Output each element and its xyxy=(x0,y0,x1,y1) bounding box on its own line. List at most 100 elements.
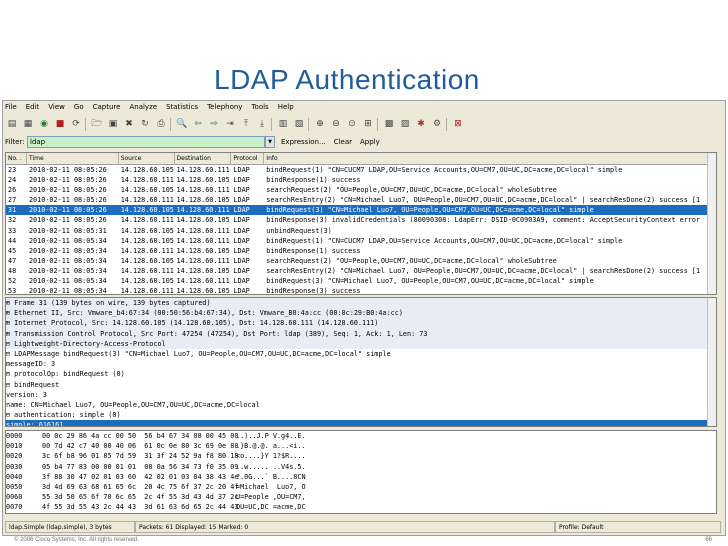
hex-ascii[interactable]: =local.. aaa xyxy=(236,513,326,514)
hex-ascii[interactable]: .}B.@.@. a...<i.. xyxy=(236,441,326,451)
column-header-source[interactable]: Source xyxy=(119,153,175,164)
status-profile[interactable]: Profile: Default xyxy=(555,521,721,533)
stop-capture-icon[interactable]: ■ xyxy=(53,117,67,131)
go-to-packet-icon[interactable]: ⇥ xyxy=(223,117,237,131)
save-icon[interactable]: ▣ xyxy=(106,117,120,131)
help-icon[interactable]: ⊠ xyxy=(451,117,465,131)
hex-ascii[interactable]: =Michael Luo7, O xyxy=(236,482,326,492)
detail-tree-item[interactable]: messageID: 3 xyxy=(6,359,716,369)
hex-offset[interactable]: 0040 xyxy=(6,472,42,482)
hex-offset[interactable]: 0080 xyxy=(6,513,42,514)
packet-row[interactable]: 27 2010-02-11 08:05:26 14.128.60.111 14.128… xyxy=(6,195,716,205)
hex-offset[interactable]: 0030 xyxy=(6,462,42,472)
packet-row[interactable]: 32 2010-02-11 08:05:26 14.128.60.111 14.128… xyxy=(6,215,716,225)
zoom-normal-icon[interactable]: ⊙ xyxy=(345,117,359,131)
detail-tree-item[interactable]: ⊟ authentication: simple (0) xyxy=(6,410,716,420)
hex-ascii[interactable]: OU=UC,DC =acme,DC xyxy=(236,502,326,512)
zoom-in-icon[interactable]: ⊕ xyxy=(313,117,327,131)
detail-tree-item[interactable]: name: CN=Michael Luo7, OU=People,OU=CM7,… xyxy=(6,400,716,410)
last-packet-icon[interactable]: ⤓ xyxy=(255,117,269,131)
print-icon[interactable]: ⎙ xyxy=(154,117,168,131)
find-packet-icon[interactable]: 🔍 xyxy=(175,117,189,131)
first-packet-icon[interactable]: ⤒ xyxy=(239,117,253,131)
hex-ascii[interactable]: ..)..J.P V.g4..E. xyxy=(236,431,326,441)
packet-row[interactable]: 52 2010-02-11 08:05:34 14.128.60.105 14.128… xyxy=(6,276,716,286)
hex-bytes[interactable]: 00 7d 42 c7 40 00 40 06 61 0c 0e 80 3c 6… xyxy=(42,441,238,451)
packet-row[interactable]: 53 2010-02-11 08:05:34 14.128.60.111 14.128… xyxy=(6,286,716,294)
packet-row[interactable]: 33 2010-02-11 08:05:31 14.128.60.105 14.128… xyxy=(6,226,716,236)
zoom-out-icon[interactable]: ⊖ xyxy=(329,117,343,131)
detail-tree-item[interactable]: simple: 616161 xyxy=(6,420,716,426)
hex-bytes[interactable]: 4f 55 3d 55 43 2c 44 43 3d 61 63 6d 65 2… xyxy=(42,502,238,512)
hex-ascii[interactable]: ?.0G...` B....8CN xyxy=(236,472,326,482)
hex-offset[interactable]: 0050 xyxy=(6,482,42,492)
colorize-icon[interactable]: ▥ xyxy=(276,117,290,131)
close-file-icon[interactable]: ✖ xyxy=(122,117,136,131)
column-header-no[interactable]: No. . xyxy=(6,153,27,164)
details-scrollbar[interactable] xyxy=(707,298,716,426)
detail-tree-item[interactable]: ⊞ Ethernet II, Src: Vmware_b4:67:34 (00:… xyxy=(6,308,716,319)
detail-tree-item[interactable]: ⊟ bindRequest xyxy=(6,380,716,390)
packet-row[interactable]: 23 2010-02-11 08:05:26 14.128.60.105 14.128… xyxy=(6,165,716,175)
detail-tree-item[interactable]: version: 3 xyxy=(6,390,716,400)
hex-offset[interactable]: 0010 xyxy=(6,441,42,451)
menu-go[interactable]: Go xyxy=(74,103,84,115)
detail-tree-item[interactable]: ⊟ LDAPMessage bindRequest(3) "CN=Michael… xyxy=(6,349,716,359)
column-header-protocol[interactable]: Protocol xyxy=(231,153,265,164)
packet-row[interactable]: 44 2010-02-11 08:05:34 14.128.60.105 14.128… xyxy=(6,236,716,246)
hex-ascii[interactable]: U=People ,OU=CM7, xyxy=(236,492,326,502)
hex-offset[interactable]: 0000 xyxy=(6,431,42,441)
column-header-time[interactable]: Time xyxy=(27,153,119,164)
hex-bytes[interactable]: 3d 4d 69 63 68 61 65 6c 20 4c 75 6f 37 2… xyxy=(42,482,238,492)
interfaces-icon[interactable]: ▤ xyxy=(5,117,19,131)
packet-row[interactable]: 48 2010-02-11 08:05:34 14.128.60.111 14.128… xyxy=(6,266,716,276)
apply-button[interactable]: Apply xyxy=(360,138,380,146)
preferences-icon[interactable]: ⚙ xyxy=(430,117,444,131)
packet-row[interactable]: 47 2010-02-11 08:05:34 14.128.60.105 14.128… xyxy=(6,256,716,266)
hex-bytes[interactable]: 3f 88 30 47 02 01 03 60 42 02 01 03 04 3… xyxy=(42,472,238,482)
detail-tree-item[interactable]: ⊟ protocolOp: bindRequest (0) xyxy=(6,369,716,379)
hex-bytes[interactable]: 00 0c 29 86 4a cc 00 50 56 b4 67 34 08 0… xyxy=(42,431,238,441)
packet-row[interactable]: 31 2010-02-11 08:05:26 14.128.60.105 14.128… xyxy=(6,205,716,216)
packet-row[interactable]: 24 2010-02-11 08:05:26 14.128.60.111 14.128… xyxy=(6,175,716,185)
autoscroll-icon[interactable]: ▧ xyxy=(292,117,306,131)
display-filters-icon[interactable]: ▨ xyxy=(398,117,412,131)
menu-statistics[interactable]: Statistics xyxy=(166,103,198,115)
options-icon[interactable]: ▦ xyxy=(21,117,35,131)
menu-file[interactable]: File xyxy=(5,103,17,115)
detail-tree-item[interactable]: ⊞ Transmission Control Protocol, Src Por… xyxy=(6,328,716,339)
reload-icon[interactable]: ↻ xyxy=(138,117,152,131)
hex-bytes[interactable]: 3c 6f b8 96 01 85 7d 59 31 3f 24 52 9a f… xyxy=(42,451,238,461)
menu-view[interactable]: View xyxy=(48,103,65,115)
column-header-info[interactable]: Info xyxy=(264,153,716,164)
hex-offset[interactable]: 0070 xyxy=(6,502,42,512)
menu-telephony[interactable]: Telephony xyxy=(207,103,242,115)
menu-analyze[interactable]: Analyze xyxy=(129,103,157,115)
restart-capture-icon[interactable]: ⟳ xyxy=(69,117,83,131)
detail-tree-item[interactable]: ⊞ Frame 31 (139 bytes on wire, 139 bytes… xyxy=(6,298,716,309)
menu-help[interactable]: Help xyxy=(278,103,294,115)
hex-bytes[interactable]: 55 3d 50 65 6f 70 6c 65 2c 4f 55 3d 43 4… xyxy=(42,492,238,502)
hex-offset[interactable]: 0060 xyxy=(6,492,42,502)
packet-row[interactable]: 45 2010-02-11 08:05:34 14.128.60.111 14.128… xyxy=(6,246,716,256)
open-icon[interactable]: 🗁 xyxy=(90,117,104,131)
hex-bytes[interactable]: 3d 6c 6f 63 61 6c 80 03 61 61 61 xyxy=(42,513,236,514)
column-header-destination[interactable]: Destination xyxy=(175,153,232,164)
hex-ascii[interactable]: <o....}Y 1?$R.... xyxy=(236,451,326,461)
expression-button[interactable]: Expression... xyxy=(281,138,326,146)
resize-columns-icon[interactable]: ⊞ xyxy=(361,117,375,131)
go-back-icon[interactable]: ⇦ xyxy=(191,117,205,131)
capture-filters-icon[interactable]: ▩ xyxy=(382,117,396,131)
start-capture-icon[interactable]: ◉ xyxy=(37,117,51,131)
packet-row[interactable]: 26 2010-02-11 08:05:26 14.128.60.105 14.128… xyxy=(6,185,716,195)
filter-dropdown-icon[interactable]: ▼ xyxy=(265,136,275,148)
packet-list-scrollbar[interactable] xyxy=(707,153,716,294)
filter-input[interactable]: ldap xyxy=(27,136,265,148)
coloring-rules-icon[interactable]: ✱ xyxy=(414,117,428,131)
hex-bytes[interactable]: 05 b4 77 83 00 00 01 01 08 0a 56 34 73 f… xyxy=(42,462,238,472)
menu-edit[interactable]: Edit xyxy=(26,103,40,115)
clear-button[interactable]: Clear xyxy=(334,138,352,146)
hex-offset[interactable]: 0020 xyxy=(6,451,42,461)
menu-capture[interactable]: Capture xyxy=(93,103,121,115)
detail-tree-item[interactable]: ⊞ Internet Protocol, Src: 14.128.60.105 … xyxy=(6,318,716,329)
